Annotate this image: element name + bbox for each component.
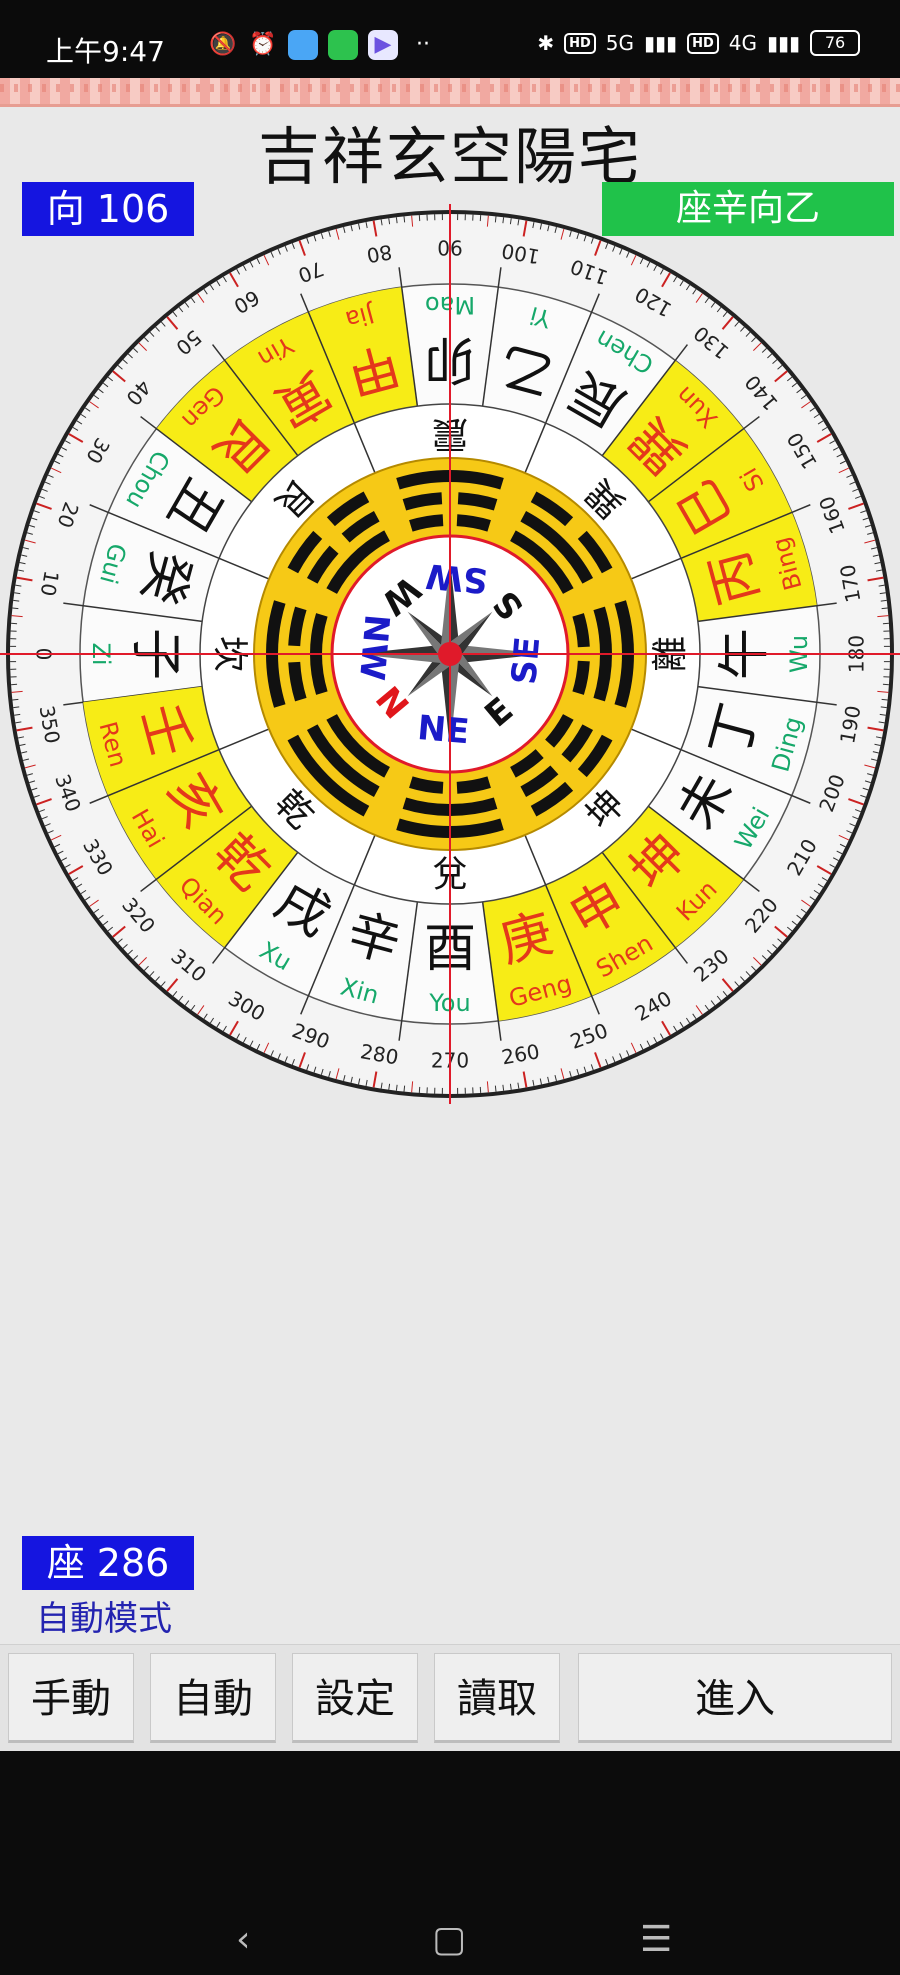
enter-button[interactable]: 進入 [578,1653,892,1743]
app-notification-icon [288,30,318,60]
signal-4g: 4G [728,31,757,55]
degree-label: 80 [365,240,394,268]
signal-bars-icon: ▮▮▮ [644,31,678,55]
navigation-bar: ‹ ▢ ☰ [0,1751,900,1975]
degree-tick [12,698,19,701]
direction-se: SE [504,635,548,686]
home-icon[interactable]: ▢ [432,1919,466,1960]
manual-button[interactable]: 手動 [8,1653,134,1743]
wechat-icon [328,30,358,60]
play-store-icon: ▶ [368,30,398,60]
button-bar: 手動 自動 設定 讀取 進入 [0,1644,900,1751]
alarm-icon: ⏰ [249,32,277,57]
status-bar: 上午9:47 🔕 ⏰ ▶ ·· ✱ HD 5G ▮▮▮ HD 4G ▮▮▮ 76 [0,0,900,78]
decorative-border [0,78,900,107]
notification-icons: 🔕 ⏰ ▶ ·· [208,30,438,60]
mode-label: 自動模式 [36,1599,172,1639]
direction-sw: SW [424,555,489,600]
degree-tick [881,698,888,701]
bluetooth-icon: ✱ [537,31,555,55]
battery-indicator: 76 [810,30,860,56]
signal-bars-icon-2: ▮▮▮ [766,31,800,55]
degree-tick [403,1085,406,1092]
recents-menu-icon[interactable]: ☰ [640,1919,672,1960]
mute-bell-icon: 🔕 [209,32,237,57]
degree-tick [494,1085,497,1092]
signal-5g: 5G [605,31,635,55]
status-right: ✱ HD 5G ▮▮▮ HD 4G ▮▮▮ 76 [537,30,860,56]
hd-badge-1: HD [564,32,596,54]
degree-tick [12,607,19,610]
hd-badge-2: HD [687,32,719,54]
degree-tick [403,216,406,223]
seat-degree-badge: 座 286 [22,1536,194,1590]
direction-ne: NE [416,708,471,752]
luopan-compass[interactable]: 01020304050607080 90 100110120130140150160… [0,204,900,1104]
read-button[interactable]: 讀取 [434,1653,560,1743]
degree-tick [494,216,497,223]
degree-tick [881,607,888,610]
degree-label: 10 [36,569,64,598]
status-time: 上午9:47 [46,35,165,68]
back-icon[interactable]: ‹ [236,1919,250,1960]
auto-button[interactable]: 自動 [150,1653,276,1743]
app-screen: 吉祥玄空陽宅 向 106 座辛向乙 0 10 20 30 40 50 60 70 80 90 100… [0,78,900,1751]
more-dots-icon: ·· [416,32,430,57]
settings-button[interactable]: 設定 [292,1653,418,1743]
direction-nw: NW [351,613,397,682]
